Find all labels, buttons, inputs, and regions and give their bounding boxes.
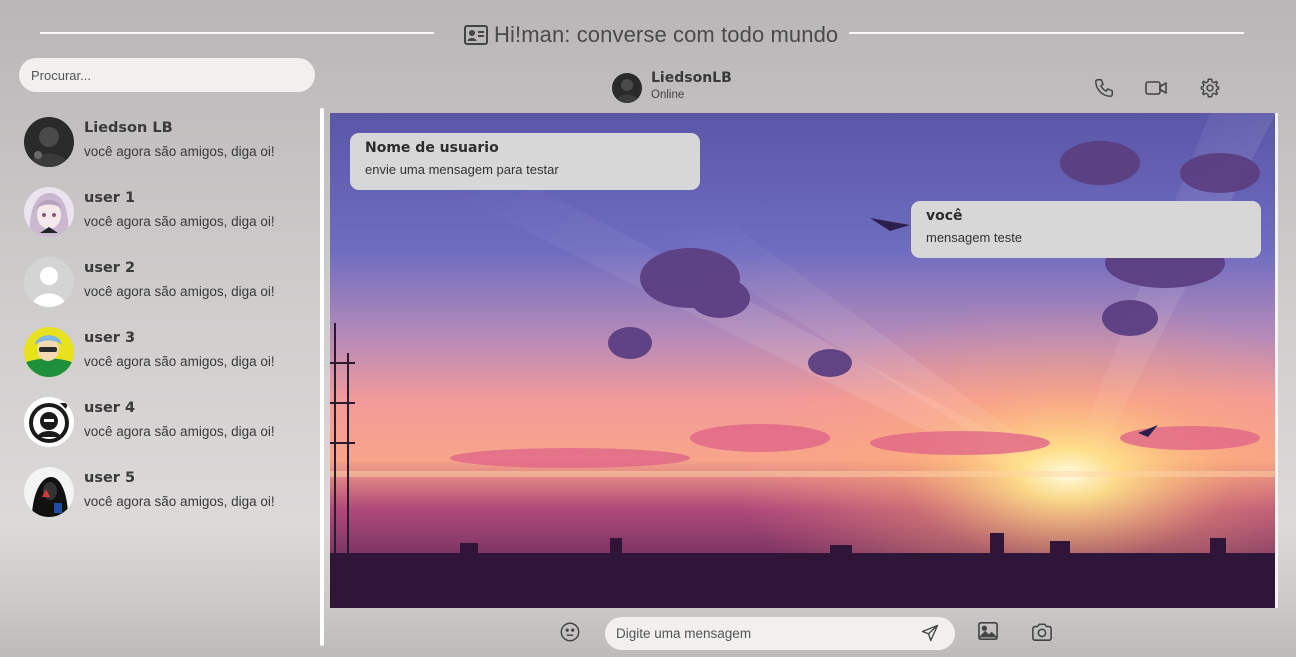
contact-last-message: você agora são amigos, diga oi! <box>84 144 275 159</box>
contact-name: user 4 <box>84 400 136 416</box>
message-text: envie uma mensagem para testar <box>365 162 559 177</box>
phone-icon[interactable] <box>1092 76 1116 100</box>
contact-name: Liedson LB <box>84 120 173 136</box>
app-title: Hi!man: converse com todo mundo <box>464 22 838 48</box>
default-person-avatar <box>24 257 74 307</box>
chat-contact-status: Online <box>651 89 685 101</box>
contact-name: user 3 <box>84 330 136 346</box>
message-sender: Nome de usuario <box>365 140 499 156</box>
gear-icon[interactable] <box>1198 76 1222 100</box>
contact-item[interactable]: user 1 você agora são amigos, diga oi! <box>18 180 318 250</box>
yellow-anime-avatar <box>24 327 74 377</box>
chat-contact-name: LiedsonLB <box>651 70 732 86</box>
sidebar-scrollbar[interactable] <box>320 108 324 646</box>
send-icon[interactable] <box>917 620 943 646</box>
message-composer <box>330 612 1276 652</box>
search-input[interactable] <box>19 58 315 92</box>
header-line-right <box>849 32 1244 34</box>
contact-last-message: você agora são amigos, diga oi! <box>84 494 275 509</box>
video-camera-icon[interactable] <box>1144 76 1168 100</box>
chat-messages-area[interactable]: Nome de usuario envie uma mensagem para … <box>330 113 1276 608</box>
message-text: mensagem teste <box>926 230 1023 245</box>
contact-item[interactable]: Liedson LB você agora são amigos, diga o… <box>18 110 318 180</box>
contact-name: user 2 <box>84 260 136 276</box>
chat-scrollbar[interactable] <box>1275 113 1278 608</box>
contact-list: Liedson LB você agora são amigos, diga o… <box>18 110 318 530</box>
contact-last-message: você agora são amigos, diga oi! <box>84 354 275 369</box>
contact-item[interactable]: user 2 você agora são amigos, diga oi! <box>18 250 318 320</box>
app-title-text: Hi!man: converse com todo mundo <box>494 22 839 47</box>
contact-last-message: você agora são amigos, diga oi! <box>84 424 275 439</box>
app-header: Hi!man: converse com todo mundo <box>0 18 1296 58</box>
contact-card-icon <box>464 25 488 45</box>
message-input[interactable] <box>605 617 955 650</box>
contact-item[interactable]: user 5 você agora são amigos, diga oi! <box>18 460 318 530</box>
image-icon[interactable] <box>975 618 1001 644</box>
message-bubble-sent: você mensagem teste <box>911 201 1261 258</box>
contact-item[interactable]: user 4 você agora são amigos, diga oi! <box>18 390 318 460</box>
contact-last-message: você agora são amigos, diga oi! <box>84 214 275 229</box>
contact-name: user 1 <box>84 190 136 206</box>
contact-last-message: você agora são amigos, diga oi! <box>84 284 275 299</box>
anime-girl-avatar <box>24 187 74 237</box>
contact-item[interactable]: user 3 você agora são amigos, diga oi! <box>18 320 318 390</box>
camera-icon[interactable] <box>1029 619 1055 645</box>
emoji-icon[interactable] <box>557 619 583 645</box>
chat-header: LiedsonLB Online <box>330 66 1276 110</box>
contact-name: user 5 <box>84 470 136 486</box>
hooded-figure-avatar <box>24 467 74 517</box>
dark-photo-avatar <box>24 117 74 167</box>
message-bubble-received: Nome de usuario envie uma mensagem para … <box>350 133 700 190</box>
message-sender: você <box>926 208 963 224</box>
chat-contact-avatar[interactable] <box>612 73 642 103</box>
masked-figure-avatar <box>24 397 74 447</box>
header-line-left <box>40 32 434 34</box>
